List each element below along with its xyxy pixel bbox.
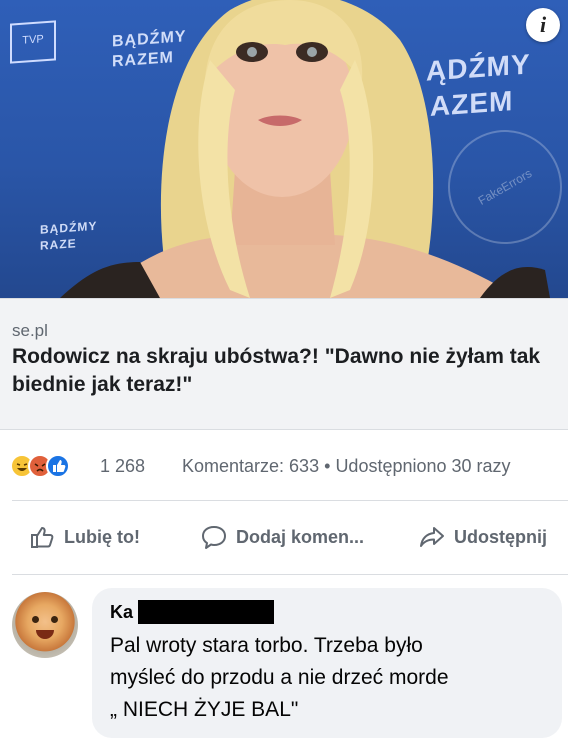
- comment-icon: [202, 526, 226, 549]
- share-icon: [420, 527, 444, 547]
- avatar-eye-left: [32, 616, 39, 623]
- comments-count[interactable]: Komentarze: 633: [182, 456, 319, 476]
- like-icon: [46, 454, 70, 478]
- portrait-image: [60, 0, 550, 298]
- avatar-eye-right: [51, 616, 58, 623]
- share-button[interactable]: Udostępnij: [418, 522, 547, 552]
- comment-author[interactable]: Ka: [110, 602, 133, 623]
- link-domain: se.pl: [12, 321, 48, 340]
- avatar[interactable]: [12, 592, 78, 658]
- thumbs-up-icon: [31, 527, 54, 548]
- reaction-count[interactable]: 1 268: [100, 456, 145, 477]
- separator-dot: •: [324, 456, 331, 476]
- stats-right: Komentarze: 633 • Udostępniono 30 razy: [182, 456, 511, 477]
- info-icon[interactable]: i: [526, 8, 560, 42]
- reaction-icons[interactable]: [10, 454, 96, 478]
- comment-line-1: Pal wroty stara torbo. Trzeba było: [110, 634, 423, 657]
- share-label: Udostępnij: [454, 526, 547, 547]
- comment-line-2: myśleć do przodu a nie drzeć morde: [110, 666, 449, 689]
- post-image[interactable]: TVP BĄDŹMY RAZEM ĄDŹMY AZEM BĄDŹMY RAZE …: [0, 0, 568, 298]
- divider-top: [12, 500, 568, 501]
- comment-label: Dodaj komen...: [236, 526, 365, 547]
- link-preview[interactable]: se.pl Rodowicz na skraju ubóstwa?! "Dawn…: [0, 298, 568, 430]
- comment-bubble: Ka Pal wroty stara torbo. Trzeba było my…: [92, 588, 562, 738]
- post-stats: 1 268 Komentarze: 633 • Udostępniono 30 …: [0, 448, 568, 484]
- like-label: Lubię to!: [64, 526, 140, 547]
- shares-count[interactable]: Udostępniono 30 razy: [335, 456, 510, 476]
- comment-line-3: „ NIECH ŻYJE BAL": [110, 698, 299, 721]
- divider-bottom: [12, 574, 568, 575]
- like-button[interactable]: Lubię to!: [28, 522, 140, 552]
- comment-button[interactable]: Dodaj komen...: [200, 522, 364, 552]
- avatar-mouth: [36, 630, 54, 639]
- action-bar: Lubię to! Dodaj komen... Udostępnij: [0, 514, 568, 560]
- redaction-bar: [138, 600, 274, 624]
- link-title[interactable]: Rodowicz na skraju ubóstwa?! "Dawno nie …: [12, 343, 552, 399]
